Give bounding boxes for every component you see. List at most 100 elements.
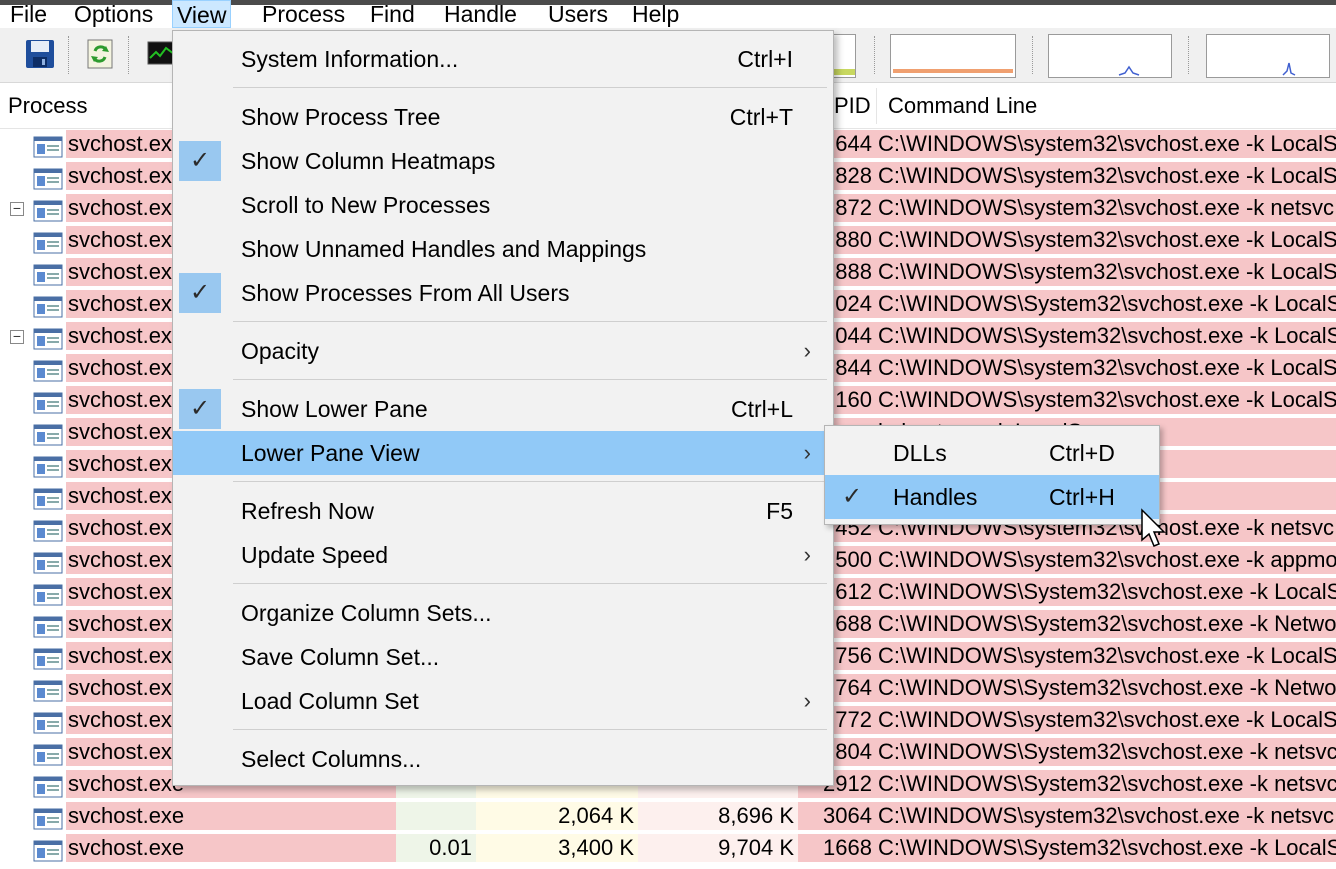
process-name: svchost.ex bbox=[68, 163, 172, 188]
command-line-cell: C:\WINDOWS\system32\svchost.exe -k Local… bbox=[878, 259, 1336, 284]
command-line-cell: C:\WINDOWS\system32\svchost.exe -k Local… bbox=[878, 707, 1336, 732]
process-name: svchost.ex bbox=[68, 579, 172, 604]
process-icon bbox=[33, 552, 63, 574]
working-set-cell: 8,696 K bbox=[638, 802, 798, 830]
menu-item-select-columns[interactable]: Select Columns... bbox=[173, 737, 833, 781]
menu-item-label: Handles bbox=[893, 484, 978, 510]
column-header-process[interactable]: Process bbox=[0, 84, 87, 128]
process-icon bbox=[33, 840, 63, 862]
refresh-icon[interactable] bbox=[84, 38, 116, 70]
process-name: svchost.exe bbox=[68, 803, 185, 828]
menu-view[interactable]: View bbox=[172, 0, 232, 28]
menu-item-label: Organize Column Sets... bbox=[241, 600, 492, 626]
menu-item-update-speed[interactable]: Update Speed › bbox=[173, 533, 833, 577]
menu-item-label: Select Columns... bbox=[241, 746, 422, 772]
process-icon bbox=[33, 264, 63, 286]
toolbar-separator bbox=[128, 36, 131, 74]
process-icon bbox=[33, 584, 63, 606]
tree-collapse-icon[interactable]: − bbox=[10, 201, 24, 216]
process-name: svchost.ex bbox=[68, 515, 172, 540]
process-name: svchost.ex bbox=[68, 355, 172, 380]
process-name: svchost.ex bbox=[68, 611, 172, 636]
command-line-cell: C:\WINDOWS\system32\svchost.exe -k Local… bbox=[878, 131, 1336, 156]
menu-item-show-process-tree[interactable]: Show Process Tree Ctrl+T bbox=[173, 95, 833, 139]
menu-item-label: Opacity bbox=[241, 338, 319, 364]
menu-item-opacity[interactable]: Opacity › bbox=[173, 329, 833, 373]
menu-item-shortcut: F5 bbox=[766, 498, 793, 524]
process-name: svchost.ex bbox=[68, 131, 172, 156]
menu-item-label: Show Processes From All Users bbox=[241, 280, 570, 306]
menu-item-shortcut: Ctrl+T bbox=[729, 104, 793, 130]
menu-item-show-column-heatmaps[interactable]: ✓ Show Column Heatmaps bbox=[173, 139, 833, 183]
process-name: svchost.ex bbox=[68, 291, 172, 316]
process-icon bbox=[33, 392, 63, 414]
process-icon bbox=[33, 200, 63, 222]
menu-options[interactable]: Options bbox=[70, 0, 157, 28]
column-divider[interactable] bbox=[876, 88, 877, 124]
command-line-cell: C:\WINDOWS\System32\svchost.exe -k Local… bbox=[878, 291, 1336, 316]
command-line-cell: C:\WINDOWS\System32\svchost.exe -k Netwo bbox=[878, 611, 1336, 636]
io-graph[interactable] bbox=[1048, 34, 1172, 78]
cpu-cell bbox=[396, 802, 476, 830]
menu-item-scroll-to-new-processes[interactable]: Scroll to New Processes bbox=[173, 183, 833, 227]
menu-separator bbox=[233, 481, 827, 482]
command-line-cell: C:\WINDOWS\system32\svchost.exe -k Local… bbox=[878, 387, 1336, 412]
network-graph[interactable] bbox=[1206, 34, 1330, 78]
menu-item-label: Show Lower Pane bbox=[241, 396, 428, 422]
tree-collapse-icon[interactable]: − bbox=[10, 329, 24, 344]
working-set-cell: 9,704 K bbox=[638, 834, 798, 862]
menu-help[interactable]: Help bbox=[628, 0, 683, 28]
submenu-item-dlls[interactable]: DLLs Ctrl+D bbox=[825, 431, 1159, 475]
table-row[interactable]: 0.01 3,400 K 9,704 K svchost.exe 1668 C:\WIND… bbox=[0, 832, 1336, 864]
command-line-cell: C:\WINDOWS\System32\svchost.exe -k Local… bbox=[878, 323, 1336, 348]
menu-users[interactable]: Users bbox=[544, 0, 612, 28]
menu-item-lower-pane-view[interactable]: Lower Pane View › bbox=[173, 431, 833, 475]
menu-item-system-information[interactable]: System Information... Ctrl+I bbox=[173, 37, 833, 81]
pid-cell: 1668 bbox=[823, 835, 872, 860]
menu-handle[interactable]: Handle bbox=[440, 0, 521, 28]
menu-item-label: DLLs bbox=[893, 440, 947, 466]
command-line-cell: C:\WINDOWS\system32\svchost.exe -k netsv… bbox=[878, 803, 1334, 828]
private-bytes-cell: 3,400 K bbox=[476, 834, 638, 862]
submenu-item-handles[interactable]: ✓ Handles Ctrl+H bbox=[825, 475, 1159, 519]
menu-find[interactable]: Find bbox=[366, 0, 419, 28]
column-header-command-line[interactable]: Command Line bbox=[880, 84, 1037, 128]
command-line-cell: C:\WINDOWS\System32\svchost.exe -k netsv… bbox=[878, 771, 1336, 796]
command-line-cell: C:\WINDOWS\System32\svchost.exe -k Local… bbox=[878, 579, 1336, 604]
menu-item-save-column-set[interactable]: Save Column Set... bbox=[173, 635, 833, 679]
menu-bar: File Options View Process Find Handle Us… bbox=[0, 0, 1336, 28]
table-row[interactable]: 2,064 K 8,696 K svchost.exe 3064 C:\WINDOWS\… bbox=[0, 800, 1336, 832]
submenu-arrow-icon: › bbox=[803, 542, 811, 567]
command-line-cell: C:\WINDOWS\System32\svchost.exe -k Local… bbox=[878, 835, 1336, 860]
cpu-cell: 0.01 bbox=[396, 834, 476, 862]
menu-item-label: Update Speed bbox=[241, 542, 389, 568]
menu-item-show-processes-from-all-users[interactable]: ✓ Show Processes From All Users bbox=[173, 271, 833, 315]
menu-item-load-column-set[interactable]: Load Column Set › bbox=[173, 679, 833, 723]
menu-item-show-lower-pane[interactable]: ✓ Show Lower Pane Ctrl+L bbox=[173, 387, 833, 431]
memory-graph[interactable] bbox=[890, 34, 1016, 78]
toolbar-separator bbox=[1188, 36, 1191, 74]
menu-file[interactable]: File bbox=[6, 0, 51, 28]
checkmark-icon: ✓ bbox=[179, 141, 221, 181]
process-icon bbox=[33, 808, 63, 830]
lower-pane-view-submenu: DLLs Ctrl+D ✓ Handles Ctrl+H bbox=[824, 425, 1160, 525]
process-name: svchost.ex bbox=[68, 483, 172, 508]
menu-separator bbox=[233, 729, 827, 730]
process-name: svchost.ex bbox=[68, 195, 172, 220]
process-name: svchost.ex bbox=[68, 547, 172, 572]
process-icon bbox=[33, 328, 63, 350]
menu-item-organize-column-sets[interactable]: Organize Column Sets... bbox=[173, 591, 833, 635]
toolbar-separator bbox=[68, 36, 71, 74]
menu-item-refresh-now[interactable]: Refresh Now F5 bbox=[173, 489, 833, 533]
checkmark-icon: ✓ bbox=[179, 273, 221, 313]
menu-process[interactable]: Process bbox=[258, 0, 349, 28]
process-icon bbox=[33, 296, 63, 318]
process-name: svchost.exe bbox=[68, 771, 185, 796]
save-icon[interactable] bbox=[24, 38, 56, 70]
process-icon bbox=[33, 136, 63, 158]
process-icon bbox=[33, 712, 63, 734]
menu-item-show-unnamed-handles-and-mappings[interactable]: Show Unnamed Handles and Mappings bbox=[173, 227, 833, 271]
menu-item-shortcut: Ctrl+I bbox=[737, 46, 793, 72]
mouse-cursor-icon bbox=[1140, 508, 1168, 552]
process-icon bbox=[33, 680, 63, 702]
